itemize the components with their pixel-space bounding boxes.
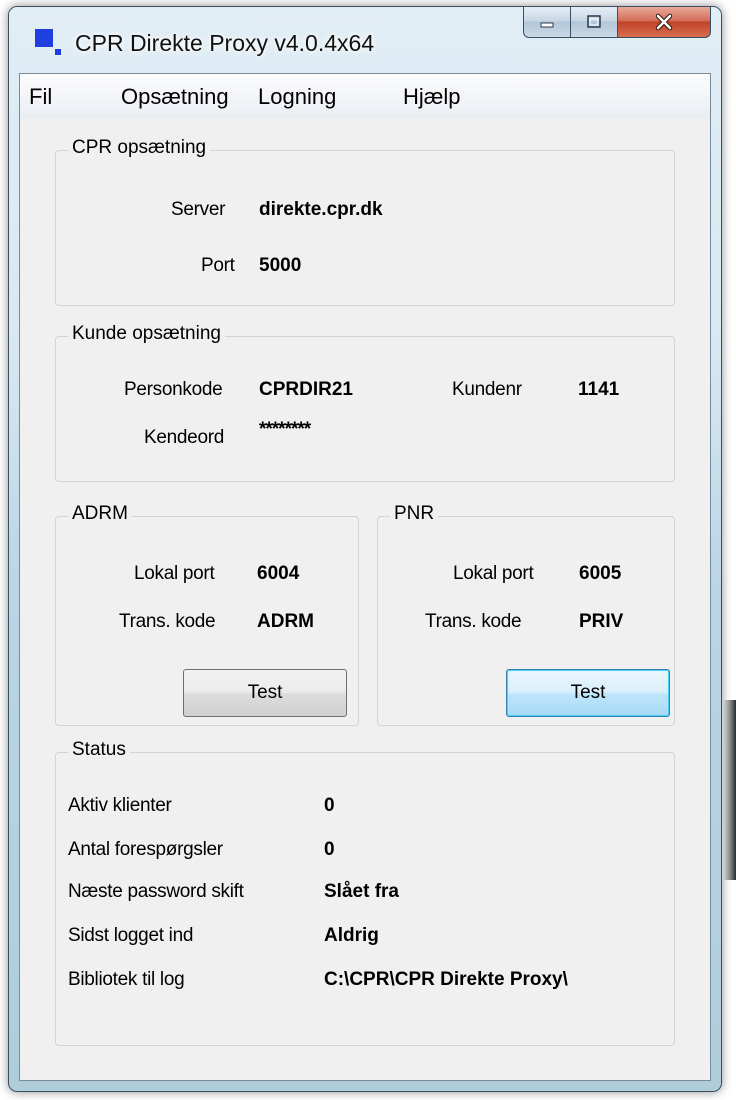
pnr-legend: PNR <box>390 503 439 525</box>
adrm-test-button[interactable]: Test <box>183 669 347 717</box>
kendeord-label: Kendeord <box>144 427 225 448</box>
menu-logning[interactable]: Logning <box>258 84 336 110</box>
port-value: 5000 <box>259 255 302 276</box>
status-label-sidst-logget-ind: Sidst logget ind <box>68 925 194 946</box>
adrm-trans-code-value: ADRM <box>257 611 314 632</box>
status-label-bibliotek-til-log: Bibliotek til log <box>68 969 185 990</box>
customer-setup-group: Kunde opsætning Personkode CPRDIR21 Kund… <box>55 323 675 482</box>
background-window-edge <box>724 700 736 880</box>
server-value: direkte.cpr.dk <box>259 199 383 220</box>
client-area: Fil Opsætning Logning Hjælp CPR opsætnin… <box>19 73 711 1081</box>
cpr-setup-legend: CPR opsætning <box>68 137 211 159</box>
app-window: CPR Direkte Proxy v4.0.4x64 Fil Opsætnin… <box>8 6 722 1092</box>
status-value-antal-forespoergsler: 0 <box>324 839 335 860</box>
app-icon <box>35 29 61 55</box>
menu-bar: Fil Opsætning Logning Hjælp <box>20 74 710 118</box>
status-value-bibliotek-til-log: C:\CPR\CPR Direkte Proxy\ <box>324 969 568 990</box>
kundenr-label: Kundenr <box>452 379 522 400</box>
status-label-antal-forespoergsler: Antal forespørgsler <box>68 839 223 860</box>
adrm-legend: ADRM <box>68 503 132 525</box>
menu-hjaelp[interactable]: Hjælp <box>403 84 460 110</box>
pnr-local-port-label: Lokal port <box>453 563 534 584</box>
pnr-trans-code-label: Trans. kode <box>425 611 522 632</box>
minimize-button[interactable] <box>523 7 571 38</box>
adrm-group: ADRM Lokal port 6004 Trans. kode ADRM Te… <box>55 503 359 726</box>
pnr-group: PNR Lokal port 6005 Trans. kode PRIV Tes… <box>377 503 675 726</box>
minimize-icon <box>540 22 554 28</box>
status-group: Status Aktiv klienter 0 Antal forespørgs… <box>55 739 675 1046</box>
cpr-setup-group: CPR opsætning Server direkte.cpr.dk Port… <box>55 137 675 306</box>
kundenr-value: 1141 <box>578 379 620 400</box>
status-value-sidst-logget-ind: Aldrig <box>324 925 379 946</box>
adrm-local-port-label: Lokal port <box>134 563 215 584</box>
adrm-trans-code-label: Trans. kode <box>119 611 216 632</box>
customer-setup-legend: Kunde opsætning <box>68 323 225 345</box>
adrm-local-port-value: 6004 <box>257 563 300 584</box>
pnr-test-button[interactable]: Test <box>506 669 670 717</box>
kendeord-value: ******** <box>259 419 311 440</box>
close-icon <box>655 13 673 31</box>
status-label-aktiv-klienter: Aktiv klienter <box>68 795 172 816</box>
personkode-label: Personkode <box>124 379 223 400</box>
port-label: Port <box>201 255 235 276</box>
maximize-button[interactable] <box>571 7 618 38</box>
caption-buttons <box>523 7 711 38</box>
status-legend: Status <box>68 739 130 761</box>
personkode-value: CPRDIR21 <box>259 379 353 400</box>
status-label-naeste-password-skift: Næste password skift <box>68 881 244 902</box>
menu-fil[interactable]: Fil <box>29 84 52 110</box>
status-value-aktiv-klienter: 0 <box>324 795 335 816</box>
menu-opsaetning[interactable]: Opsætning <box>121 84 229 110</box>
server-label: Server <box>171 199 226 220</box>
maximize-icon <box>587 15 601 28</box>
pnr-trans-code-value: PRIV <box>579 611 624 632</box>
pnr-local-port-value: 6005 <box>579 563 622 584</box>
window-title: CPR Direkte Proxy v4.0.4x64 <box>75 30 375 56</box>
status-value-naeste-password-skift: Slået fra <box>324 881 399 902</box>
close-button[interactable] <box>618 7 711 38</box>
